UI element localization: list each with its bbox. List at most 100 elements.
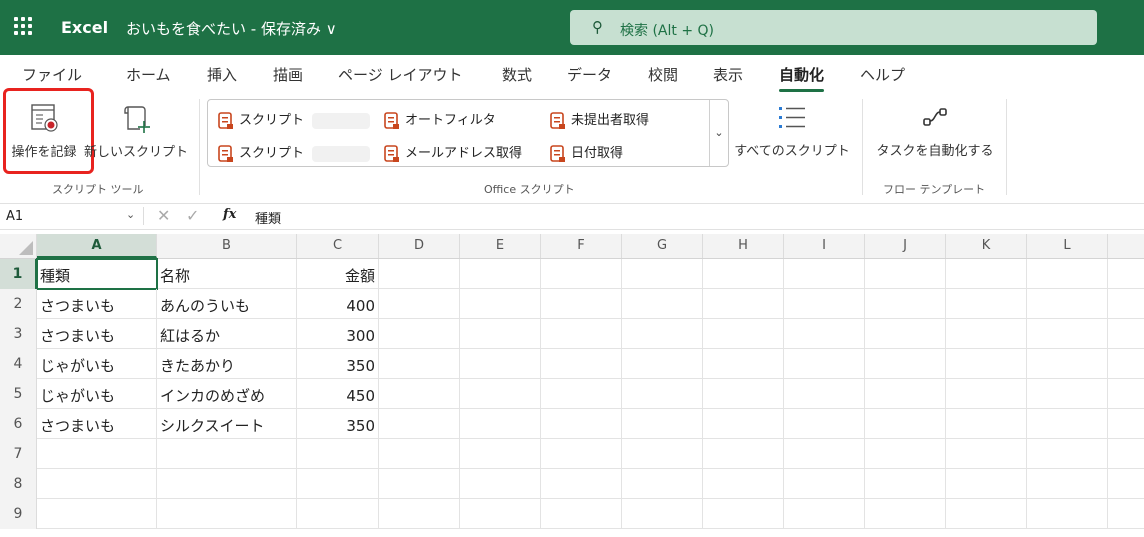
new-script-button[interactable]: 新しいスクリプト (82, 101, 190, 160)
tab-insert[interactable]: 挿入 (207, 64, 237, 85)
cell-empty[interactable] (379, 499, 460, 529)
tab-automate[interactable]: 自動化 (779, 64, 825, 92)
cell-empty[interactable] (946, 439, 1027, 469)
row-header[interactable]: 2 (0, 289, 37, 319)
cell-empty[interactable] (379, 259, 460, 289)
gallery-script-2[interactable]: スクリプト (218, 142, 371, 163)
cell-empty[interactable] (379, 379, 460, 409)
cell-empty[interactable] (865, 319, 946, 349)
column-header-d[interactable]: D (379, 234, 460, 258)
column-header-j[interactable]: J (865, 234, 946, 258)
row-header[interactable]: 5 (0, 379, 37, 409)
cell-empty[interactable] (946, 289, 1027, 319)
cell-empty[interactable] (865, 289, 946, 319)
cell-empty[interactable] (1108, 499, 1144, 529)
function-icon[interactable]: fx (223, 207, 236, 222)
column-header-h[interactable]: H (703, 234, 784, 258)
row-header[interactable]: 7 (0, 439, 37, 469)
all-scripts-button[interactable]: すべてのスクリプト (729, 103, 855, 159)
cell-empty[interactable] (1027, 379, 1108, 409)
cell-empty[interactable] (622, 259, 703, 289)
cell-empty[interactable] (622, 409, 703, 439)
cell-c[interactable]: 金額 (297, 259, 379, 289)
cell-empty[interactable] (865, 439, 946, 469)
cell-empty[interactable] (541, 289, 622, 319)
column-header-a[interactable]: A (37, 234, 157, 258)
cell-empty[interactable] (622, 349, 703, 379)
row-header[interactable]: 6 (0, 409, 37, 439)
cell-empty[interactable] (865, 379, 946, 409)
tab-data[interactable]: データ (567, 64, 612, 85)
cell-empty[interactable] (379, 289, 460, 319)
cell-empty[interactable] (1108, 319, 1144, 349)
gallery-date[interactable]: 日付取得 (550, 142, 623, 163)
column-header-b[interactable]: B (157, 234, 297, 258)
cell-empty[interactable] (946, 319, 1027, 349)
cell-empty[interactable] (541, 379, 622, 409)
cell-a[interactable] (37, 439, 157, 469)
cell-c[interactable] (297, 439, 379, 469)
cell-c[interactable]: 400 (297, 289, 379, 319)
cell-empty[interactable] (865, 349, 946, 379)
cell-empty[interactable] (379, 349, 460, 379)
cell-empty[interactable] (946, 409, 1027, 439)
cell-b[interactable]: あんのういも (157, 289, 297, 319)
cell-empty[interactable] (865, 499, 946, 529)
tab-draw[interactable]: 描画 (273, 64, 303, 85)
cell-empty[interactable] (622, 289, 703, 319)
tab-view[interactable]: 表示 (713, 64, 743, 85)
document-title[interactable]: おいもを食べたい - 保存済み ∨ (126, 18, 337, 39)
cell-empty[interactable] (1108, 259, 1144, 289)
cell-empty[interactable] (865, 259, 946, 289)
formula-input[interactable]: 種類 (255, 208, 281, 227)
cell-a[interactable] (37, 469, 157, 499)
row-header[interactable]: 3 (0, 319, 37, 349)
cell-b[interactable]: 紅はるか (157, 319, 297, 349)
cell-b[interactable]: 名称 (157, 259, 297, 289)
cell-empty[interactable] (1108, 409, 1144, 439)
cell-empty[interactable] (703, 319, 784, 349)
cell-empty[interactable] (703, 289, 784, 319)
cell-c[interactable] (297, 469, 379, 499)
cell-empty[interactable] (622, 499, 703, 529)
search-input[interactable]: ⚲ 検索 (Alt + Q) (570, 10, 1097, 45)
cell-empty[interactable] (1027, 439, 1108, 469)
cell-empty[interactable] (460, 259, 541, 289)
gallery-autofilter[interactable]: オートフィルタ (384, 109, 496, 130)
cell-empty[interactable] (622, 319, 703, 349)
column-header-i[interactable]: I (784, 234, 865, 258)
cell-empty[interactable] (703, 259, 784, 289)
cell-empty[interactable] (784, 349, 865, 379)
tab-file[interactable]: ファイル (22, 64, 82, 85)
cell-a[interactable]: さつまいも (37, 409, 157, 439)
cell-empty[interactable] (622, 469, 703, 499)
cell-empty[interactable] (946, 349, 1027, 379)
cell-empty[interactable] (460, 499, 541, 529)
name-box[interactable]: A1 (6, 209, 23, 224)
cell-empty[interactable] (460, 349, 541, 379)
cell-c[interactable]: 300 (297, 319, 379, 349)
cell-empty[interactable] (703, 469, 784, 499)
cell-empty[interactable] (865, 469, 946, 499)
gallery-unsubmitted[interactable]: 未提出者取得 (550, 109, 649, 130)
cell-b[interactable] (157, 499, 297, 529)
cell-empty[interactable] (1027, 409, 1108, 439)
gallery-script-1[interactable]: スクリプト (218, 109, 371, 130)
cell-empty[interactable] (622, 379, 703, 409)
cell-empty[interactable] (460, 409, 541, 439)
cell-empty[interactable] (946, 259, 1027, 289)
tab-help[interactable]: ヘルプ (860, 64, 905, 85)
cell-empty[interactable] (460, 439, 541, 469)
row-header[interactable]: 1 (0, 259, 37, 289)
cell-empty[interactable] (784, 469, 865, 499)
row-header[interactable]: 8 (0, 469, 37, 499)
cell-empty[interactable] (541, 409, 622, 439)
cell-empty[interactable] (703, 379, 784, 409)
cell-b[interactable]: シルクスイート (157, 409, 297, 439)
cell-empty[interactable] (541, 439, 622, 469)
cell-empty[interactable] (784, 499, 865, 529)
column-header-l[interactable]: L (1027, 234, 1108, 258)
tab-home[interactable]: ホーム (126, 64, 171, 85)
cell-empty[interactable] (784, 319, 865, 349)
app-launcher-icon[interactable] (14, 17, 32, 35)
